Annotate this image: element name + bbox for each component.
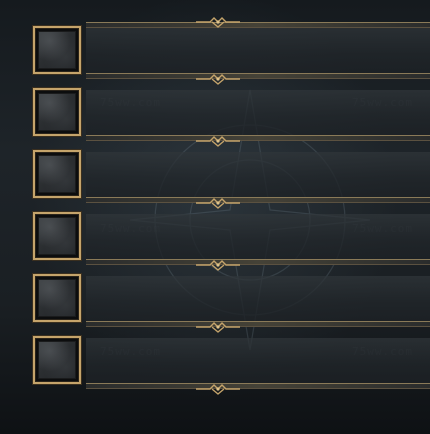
slot-row-2[interactable]	[30, 88, 430, 147]
row-bar	[86, 152, 430, 201]
slot-row-1[interactable]	[30, 17, 430, 85]
row-bottom-divider	[86, 197, 430, 203]
row-bar	[86, 214, 430, 263]
slot-row-3[interactable]	[30, 150, 430, 209]
item-icon-slot[interactable]	[33, 26, 81, 74]
row-bar	[86, 338, 430, 387]
item-icon-slot[interactable]	[33, 336, 81, 384]
empty-slot-icon	[38, 217, 76, 255]
item-icon-slot[interactable]	[33, 274, 81, 322]
slot-list-panel: 75ww.com 75ww.com 75ww.com 75ww.com 75ww…	[0, 0, 430, 434]
item-icon-slot[interactable]	[33, 88, 81, 136]
empty-slot-icon	[38, 93, 76, 131]
empty-slot-icon	[38, 279, 76, 317]
item-icon-slot[interactable]	[33, 150, 81, 198]
row-bar	[86, 28, 430, 77]
ornament-divider-icon	[196, 136, 240, 147]
row-bottom-divider	[86, 73, 430, 79]
slot-row-4[interactable]	[30, 212, 430, 271]
ornament-divider-icon	[196, 198, 240, 209]
slot-row-5[interactable]	[30, 274, 430, 333]
row-bar	[86, 276, 430, 325]
ornament-divider-icon	[196, 17, 240, 28]
slot-row-6[interactable]	[30, 336, 430, 395]
empty-slot-icon	[38, 31, 76, 69]
item-icon-slot[interactable]	[33, 212, 81, 260]
empty-slot-icon	[38, 341, 76, 379]
row-bottom-divider	[86, 259, 430, 265]
ornament-divider-icon	[196, 74, 240, 85]
empty-slot-icon	[38, 155, 76, 193]
row-bottom-divider	[86, 135, 430, 141]
row-bottom-divider	[86, 383, 430, 389]
ornament-divider-icon	[196, 260, 240, 271]
ornament-divider-icon	[196, 384, 240, 395]
row-bottom-divider	[86, 321, 430, 327]
row-bar	[86, 90, 430, 139]
ornament-divider-icon	[196, 322, 240, 333]
